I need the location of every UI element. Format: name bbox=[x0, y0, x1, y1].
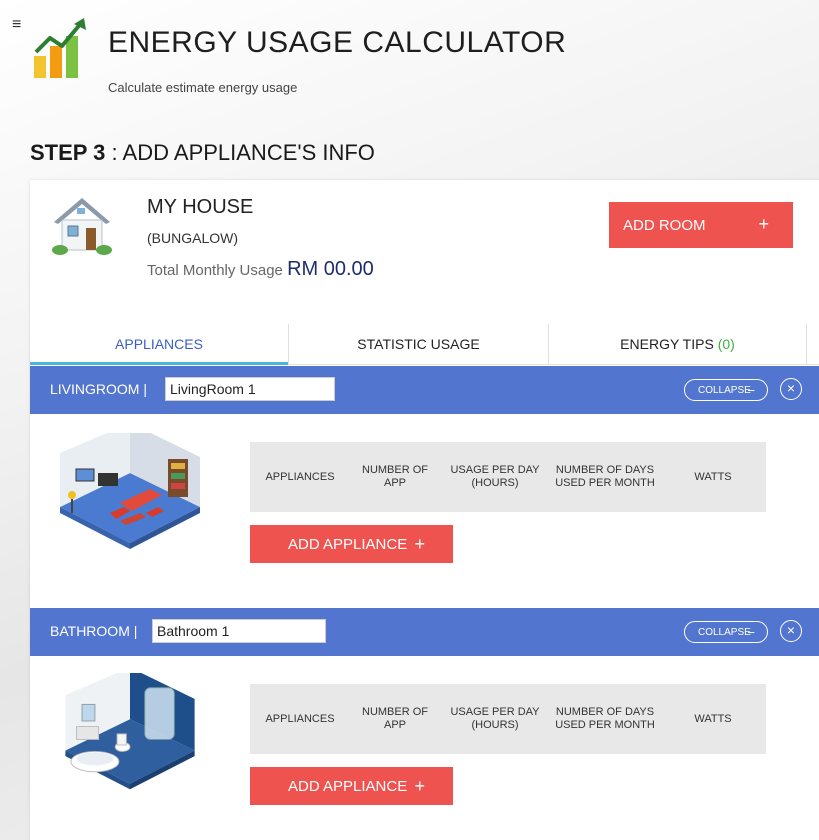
collapse-label: COLLAPSE bbox=[698, 384, 751, 396]
collapse-label: COLLAPSE bbox=[698, 626, 751, 638]
tab-energy-tips-label: ENERGY TIPS bbox=[620, 336, 718, 352]
step-text: : ADD APPLIANCE'S INFO bbox=[105, 140, 375, 165]
step-number: STEP 3 bbox=[30, 140, 106, 165]
column-header: NUMBER OF DAYS USED PER MONTH bbox=[555, 464, 655, 489]
add-appliance-label: ADD APPLIANCE bbox=[288, 535, 408, 553]
close-room-icon[interactable]: × bbox=[780, 620, 802, 642]
plus-icon: + bbox=[414, 776, 425, 796]
house-icon bbox=[52, 198, 112, 255]
column-header: WATTS bbox=[694, 712, 732, 725]
tab-appliances[interactable]: APPLIANCES bbox=[30, 324, 289, 365]
appliances-table-header: APPLIANCES NUMBER OF APP USAGE PER DAY (… bbox=[250, 442, 766, 512]
house-type: (BUNGALOW) bbox=[147, 230, 238, 246]
appliances-table-header: APPLIANCES NUMBER OF APP USAGE PER DAY (… bbox=[250, 684, 766, 754]
total-monthly-usage: Total Monthly Usage RM 00.00 bbox=[147, 258, 374, 281]
room-type-label: LIVINGROOM | bbox=[50, 381, 147, 397]
usage-value: RM 00.00 bbox=[287, 258, 374, 280]
collapse-button[interactable]: COLLAPSE − bbox=[684, 621, 768, 643]
minus-icon: − bbox=[747, 625, 755, 640]
minus-icon: − bbox=[747, 383, 755, 398]
tab-bar: APPLIANCES STATISTIC USAGE ENERGY TIPS (… bbox=[30, 324, 819, 365]
tab-energy-tips[interactable]: ENERGY TIPS (0) bbox=[549, 324, 807, 364]
room-header-bathroom: BATHROOM | COLLAPSE− × bbox=[30, 608, 819, 656]
room-name-input[interactable] bbox=[165, 377, 335, 401]
collapse-button[interactable]: COLLAPSE − bbox=[684, 379, 768, 401]
house-card: MY HOUSE (BUNGALOW) Total Monthly Usage … bbox=[30, 180, 819, 840]
column-header: APPLIANCES bbox=[265, 712, 335, 725]
tab-statistic-usage[interactable]: STATISTIC USAGE bbox=[289, 324, 549, 364]
room-type-label: BATHROOM | bbox=[50, 623, 138, 639]
app-subtitle: Calculate estimate energy usage bbox=[108, 80, 298, 95]
column-header: NUMBER OF APP bbox=[362, 464, 428, 489]
add-room-label: ADD ROOM bbox=[623, 216, 706, 234]
plus-icon: + bbox=[758, 214, 769, 234]
plus-icon: + bbox=[414, 534, 425, 554]
room-name-input[interactable] bbox=[152, 619, 326, 643]
close-room-icon[interactable]: × bbox=[780, 378, 802, 400]
column-header: USAGE PER DAY (HOURS) bbox=[450, 464, 540, 489]
add-appliance-label: ADD APPLIANCE bbox=[288, 777, 408, 795]
column-header: NUMBER OF APP bbox=[362, 706, 428, 731]
column-header: NUMBER OF DAYS USED PER MONTH bbox=[555, 706, 655, 731]
column-header: APPLIANCES bbox=[265, 470, 335, 483]
usage-label: Total Monthly Usage bbox=[147, 262, 288, 279]
add-appliance-button[interactable]: ADD APPLIANCE + bbox=[250, 525, 453, 563]
tips-count: (0) bbox=[717, 336, 735, 352]
step-title: STEP 3 : ADD APPLIANCE'S INFO bbox=[30, 140, 375, 166]
room-header-livingroom: LIVINGROOM | COLLAPSE− × bbox=[30, 366, 819, 414]
living-room-illustration bbox=[60, 433, 200, 549]
add-appliance-button[interactable]: ADD APPLIANCE + bbox=[250, 767, 453, 805]
menu-icon[interactable]: ≡ bbox=[12, 17, 21, 33]
app-title: ENERGY USAGE CALCULATOR bbox=[108, 26, 567, 59]
house-name: MY HOUSE bbox=[147, 196, 254, 218]
add-room-button[interactable]: ADD ROOM + bbox=[609, 202, 793, 248]
column-header: USAGE PER DAY (HOURS) bbox=[450, 706, 540, 731]
column-header: WATTS bbox=[694, 470, 732, 483]
energy-chart-logo-icon bbox=[34, 18, 86, 78]
bathroom-illustration bbox=[65, 673, 195, 790]
